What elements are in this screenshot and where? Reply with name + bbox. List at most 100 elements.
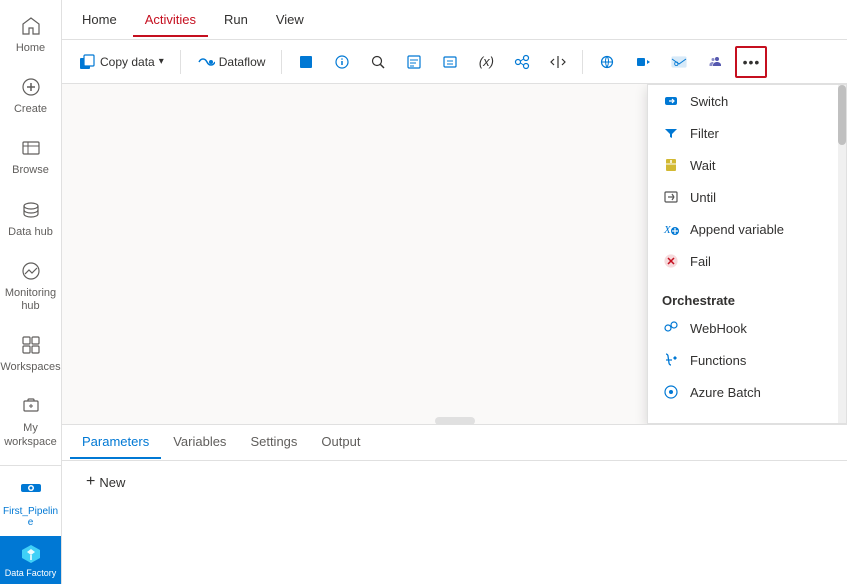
dropdown-item-fail[interactable]: Fail	[648, 245, 846, 277]
sidebar-monitoring-label: Monitoringhub	[5, 287, 56, 313]
wait-label: Wait	[690, 158, 716, 173]
my-workspace-icon	[19, 394, 43, 418]
sidebar-item-home[interactable]: Home	[0, 4, 61, 65]
toolbar: Copy data ▾ Dataflow	[62, 40, 847, 84]
nav-tab-activities[interactable]: Activities	[133, 4, 208, 37]
sidebar-item-monitoring-hub[interactable]: Monitoringhub	[0, 249, 61, 323]
activities-dropdown: Switch Filter	[647, 84, 847, 424]
sidebar-create-label: Create	[14, 103, 47, 116]
dataflow-label: Dataflow	[219, 55, 266, 69]
fail-label: Fail	[690, 254, 711, 269]
more-icon: •••	[743, 54, 761, 70]
collapse-handle[interactable]	[435, 417, 475, 425]
monitoring-icon	[19, 259, 43, 283]
variable-button[interactable]: (x)	[470, 46, 502, 78]
switch-label: Switch	[690, 94, 728, 109]
data-factory-label: Data Factory	[5, 568, 57, 578]
connections-button[interactable]	[506, 46, 538, 78]
orchestrate-section-header: Orchestrate	[648, 285, 846, 312]
dataflow-button[interactable]: Dataflow	[189, 49, 274, 75]
append-icon: X	[662, 220, 680, 238]
globe-button[interactable]	[591, 46, 623, 78]
sidebar-item-data-hub[interactable]: Data hub	[0, 188, 61, 249]
bottom-tab-variables[interactable]: Variables	[161, 426, 238, 459]
sidebar-item-my-workspace[interactable]: Myworkspace	[0, 384, 61, 458]
top-nav: Home Activities Run View	[62, 0, 847, 40]
nav-tab-run[interactable]: Run	[212, 4, 260, 37]
svg-text:X: X	[663, 224, 672, 236]
copy-data-icon	[78, 53, 96, 71]
bottom-tab-settings[interactable]: Settings	[238, 426, 309, 459]
sidebar-pipeline-label: First_Pipeline	[3, 506, 58, 528]
azure-batch-label: Azure Batch	[690, 385, 761, 400]
bottom-tab-output[interactable]: Output	[309, 426, 372, 459]
nav-tab-home[interactable]: Home	[70, 4, 129, 37]
copy-data-button[interactable]: Copy data ▾	[70, 49, 172, 75]
main-content: Home Activities Run View Copy data ▾	[62, 0, 847, 584]
edit-button[interactable]	[398, 46, 430, 78]
dropdown-item-azure-batch[interactable]: Azure Batch	[648, 376, 846, 408]
scrollbar-thumb[interactable]	[838, 85, 846, 145]
dropdown-item-filter[interactable]: Filter	[648, 117, 846, 149]
sidebar-myworkspace-label: Myworkspace	[4, 422, 57, 448]
dropdown-item-append-variable[interactable]: X Append variable	[648, 213, 846, 245]
azure-batch-icon	[662, 383, 680, 401]
new-label: New	[99, 475, 125, 490]
functions-label: Functions	[690, 353, 746, 368]
toolbar-divider-2	[281, 50, 282, 74]
split-button[interactable]	[542, 46, 574, 78]
transform-section-header: Transform	[648, 416, 846, 424]
dataflow-icon	[197, 53, 215, 71]
data-hub-icon	[19, 198, 43, 222]
dropdown-item-functions[interactable]: Functions	[648, 344, 846, 376]
filter-label: Filter	[690, 126, 719, 141]
filter-icon	[662, 124, 680, 142]
bottom-content: + New	[62, 461, 847, 584]
until-label: Until	[690, 190, 716, 205]
sidebar-datahub-label: Data hub	[8, 226, 53, 239]
more-button[interactable]: •••	[735, 46, 767, 78]
info-button[interactable]	[326, 46, 358, 78]
dropdown-item-wait[interactable]: Wait	[648, 149, 846, 181]
new-button[interactable]: + New	[78, 469, 133, 495]
bottom-tab-parameters[interactable]: Parameters	[70, 426, 161, 459]
workspaces-icon	[19, 333, 43, 357]
functions-icon	[662, 351, 680, 369]
scrollbar-track	[838, 85, 846, 423]
canvas-area: Switch Filter	[62, 84, 847, 424]
new-plus-icon: +	[86, 473, 95, 491]
teams-button[interactable]	[699, 46, 731, 78]
webhook-icon	[662, 319, 680, 337]
dropdown-item-switch[interactable]: Switch	[648, 85, 846, 117]
create-icon	[19, 75, 43, 99]
sidebar-workspaces-label: Workspaces	[0, 361, 60, 374]
bottom-tabs: Parameters Variables Settings Output	[62, 425, 847, 461]
switch-icon	[662, 92, 680, 110]
dropdown-item-webhook[interactable]: WebHook	[648, 312, 846, 344]
toolbar-divider-3	[582, 50, 583, 74]
sidebar: Home Create Browse	[0, 0, 62, 584]
stream-button[interactable]	[627, 46, 659, 78]
list-button[interactable]	[434, 46, 466, 78]
nav-tab-view[interactable]: View	[264, 4, 316, 37]
home-icon	[19, 14, 43, 38]
browse-icon	[19, 136, 43, 160]
sidebar-item-create[interactable]: Create	[0, 65, 61, 126]
sidebar-home-label: Home	[16, 42, 45, 55]
until-icon	[662, 188, 680, 206]
wait-icon	[662, 156, 680, 174]
sidebar-item-browse[interactable]: Browse	[0, 126, 61, 187]
webhook-label: WebHook	[690, 321, 747, 336]
dropdown-item-until[interactable]: Until	[648, 181, 846, 213]
search-button[interactable]	[362, 46, 394, 78]
sidebar-item-first-pipeline[interactable]: First_Pipeline	[0, 465, 61, 536]
bottom-panel: Parameters Variables Settings Output + N…	[62, 424, 847, 584]
sidebar-browse-label: Browse	[12, 164, 49, 177]
pipeline-icon	[17, 474, 45, 502]
outlook-button[interactable]: O	[663, 46, 695, 78]
copy-data-label: Copy data	[100, 55, 155, 69]
sidebar-item-workspaces[interactable]: Workspaces	[0, 323, 61, 384]
svg-text:O: O	[674, 62, 679, 68]
block-icon-button[interactable]	[290, 46, 322, 78]
append-variable-label: Append variable	[690, 222, 784, 237]
